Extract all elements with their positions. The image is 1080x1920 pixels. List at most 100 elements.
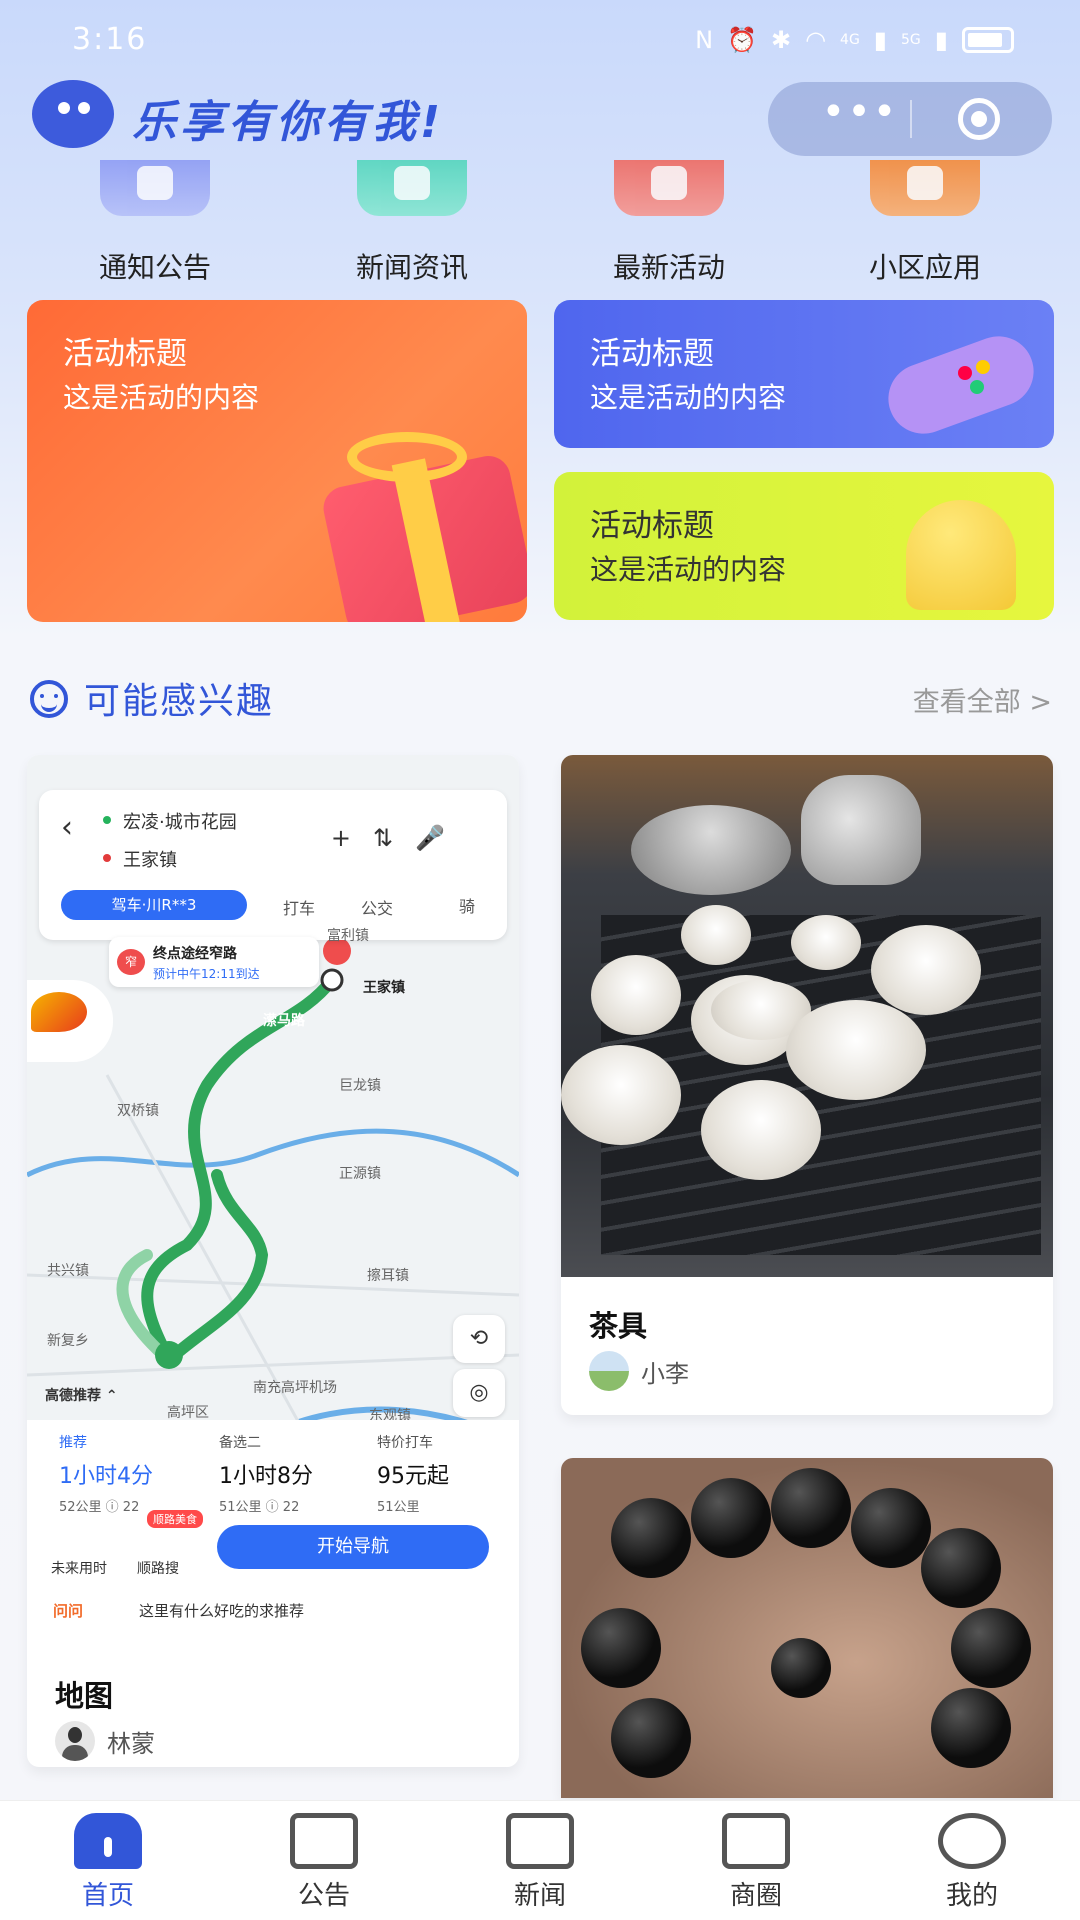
route-tools-icons: +⇅🎤 <box>330 824 467 852</box>
route-options: 推荐 1小时4分 52公里 ⓘ 22 备选二 1小时8分 51公里 ⓘ 22 特… <box>27 1420 519 1655</box>
news-icon <box>506 1813 574 1869</box>
smile-icon <box>30 680 68 718</box>
gaode-recommend: 高德推荐 ⌃ <box>45 1388 118 1404</box>
activity-banner-large[interactable]: 活动标题 这是活动的内容 <box>27 300 527 622</box>
card-author: 林蒙 <box>55 1721 155 1761</box>
status-bar: 3:16 Ν ⏰ ✱ ◠ 4G ▮ 5G ▮ <box>0 0 1080 80</box>
place-label: 共兴镇 <box>47 1263 89 1279</box>
activity-icon <box>614 160 724 216</box>
mode-car: 驾车·川R**3 <box>61 890 247 920</box>
mode-taxi: 打车 <box>283 899 316 918</box>
ask-text: 这里有什么好吃的求推荐 <box>139 1602 305 1620</box>
banner-content: 这是活动的内容 <box>590 553 787 586</box>
smile-chat-icon <box>938 1813 1006 1869</box>
category-label: 最新活动 <box>612 251 725 284</box>
nfc-icon: Ν <box>695 26 714 54</box>
feed-card-beads[interactable] <box>561 1458 1053 1798</box>
tab-news[interactable]: 新闻 <box>470 1813 610 1912</box>
bell-icon <box>100 160 210 216</box>
future-time: 未来用时 <box>51 1561 107 1577</box>
banner-title: 活动标题 <box>590 336 714 372</box>
category-notice[interactable]: 通知公告 <box>55 160 255 286</box>
banner-title: 活动标题 <box>63 336 187 372</box>
signal-5g-icon: 5G <box>901 32 921 48</box>
tab-home[interactable]: 首页 <box>38 1813 178 1912</box>
status-time: 3:16 <box>72 22 148 57</box>
feed-card-map[interactable]: ‹ 宏凌·城市花园 王家镇 +⇅🎤 驾车·川R**3 打车 公交 骑 窄 终点途… <box>27 755 519 1767</box>
activity-banner-bottom[interactable]: 活动标题 这是活动的内容 <box>554 472 1054 620</box>
activity-banner-top[interactable]: 活动标题 这是活动的内容 <box>554 300 1054 448</box>
card-author: 小李 <box>589 1351 689 1391</box>
alarm-icon: ⏰ <box>727 26 757 54</box>
banner-content: 这是活动的内容 <box>590 381 787 414</box>
tab-business[interactable]: 商圈 <box>686 1813 826 1912</box>
tab-mine[interactable]: 我的 <box>902 1813 1042 1912</box>
refresh-icon: ⟲ <box>453 1315 505 1363</box>
ask-row: 问问 这里有什么好吃的求推荐 <box>53 1600 304 1621</box>
along-food-tag: 顺路美食 <box>147 1510 203 1528</box>
place-label: 高坪区 <box>167 1405 209 1421</box>
travel-modes: 驾车·川R**3 打车 公交 骑 <box>51 890 491 922</box>
locate-icon: ◎ <box>453 1369 505 1417</box>
signal-4g-icon: 4G <box>840 32 860 48</box>
category-label: 新闻资讯 <box>355 251 468 284</box>
banner-content: 这是活动的内容 <box>63 381 260 414</box>
app-title: 乐享有你有我! <box>132 97 445 148</box>
tab-label: 商圈 <box>729 1881 782 1911</box>
route-box: ‹ 宏凌·城市花园 王家镇 +⇅🎤 驾车·川R**3 打车 公交 骑 <box>39 790 507 940</box>
newspaper-icon <box>357 160 467 216</box>
category-news[interactable]: 新闻资讯 <box>312 160 512 286</box>
author-name: 小李 <box>641 1359 689 1388</box>
category-activity[interactable]: 最新活动 <box>569 160 769 286</box>
back-arrow-icon: ‹ <box>61 810 73 845</box>
tip-subtitle: 预计中午12:11到达 <box>153 967 260 981</box>
place-label: 王家镇 <box>363 980 405 996</box>
tab-label: 我的 <box>945 1881 998 1911</box>
status-icons: Ν ⏰ ✱ ◠ 4G ▮ 5G ▮ <box>695 26 1014 54</box>
tab-label: 新闻 <box>513 1881 566 1911</box>
category-community-apps[interactable]: 小区应用 <box>825 160 1025 286</box>
miniprogram-capsule: ••• <box>768 82 1052 156</box>
more-menu-icon[interactable]: ••• <box>820 92 900 138</box>
category-row: 通知公告 新闻资讯 最新活动 小区应用 <box>0 160 1080 284</box>
bell-3d-icon <box>884 482 1034 612</box>
interest-section-header: 可能感兴趣 查看全部 > <box>0 670 1080 730</box>
banner-title: 活动标题 <box>590 508 714 544</box>
tab-label: 首页 <box>81 1881 134 1911</box>
place-label: 双桥镇 <box>117 1103 159 1119</box>
place-label: 巨龙镇 <box>339 1078 381 1094</box>
place-label: 富利镇 <box>327 928 369 944</box>
mode-more: 骑 <box>459 897 476 916</box>
route-option: 推荐 1小时4分 52公里 ⓘ 22 <box>59 1435 153 1515</box>
avatar <box>589 1351 629 1391</box>
author-name: 林蒙 <box>107 1729 155 1758</box>
gift-icon <box>297 430 527 622</box>
place-label: 正源镇 <box>339 1166 381 1182</box>
start-navigation: 开始导航 <box>217 1525 489 1569</box>
avatar <box>55 1721 95 1761</box>
place-label: 新复乡 <box>47 1333 89 1349</box>
tea-set-photo <box>561 755 1053 1277</box>
city-logo-icon <box>27 980 113 1062</box>
card-title: 茶具 <box>589 1309 648 1343</box>
megaphone-icon <box>290 1813 358 1869</box>
place-label: 潆马路 <box>263 1013 305 1029</box>
route-from: 宏凌·城市花园 <box>103 808 237 834</box>
see-all-link[interactable]: 查看全部 > <box>913 680 1052 719</box>
route-option: 特价打车 95元起 51公里 <box>377 1435 449 1515</box>
route-tip: 窄 终点途经窄路 预计中午12:11到达 <box>109 937 319 987</box>
signal-bars-icon: ▮ <box>873 26 888 54</box>
chat-apps-icon <box>870 160 980 216</box>
tab-announcement[interactable]: 公告 <box>254 1813 394 1912</box>
app-header: 乐享有你有我! ••• <box>0 80 1080 160</box>
gamepad-icon <box>878 322 1048 444</box>
category-label: 小区应用 <box>868 251 981 284</box>
feed-card-tea[interactable]: 茶具 小李 <box>561 755 1053 1415</box>
ask-label: 问问 <box>53 1602 84 1620</box>
close-target-icon[interactable] <box>958 98 1000 140</box>
bead-bracelet-photo <box>561 1458 1053 1798</box>
route-option: 备选二 1小时8分 51公里 ⓘ 22 <box>219 1435 313 1515</box>
section-title: 可能感兴趣 <box>84 681 275 722</box>
app-logo <box>32 80 114 148</box>
building-icon <box>722 1813 790 1869</box>
